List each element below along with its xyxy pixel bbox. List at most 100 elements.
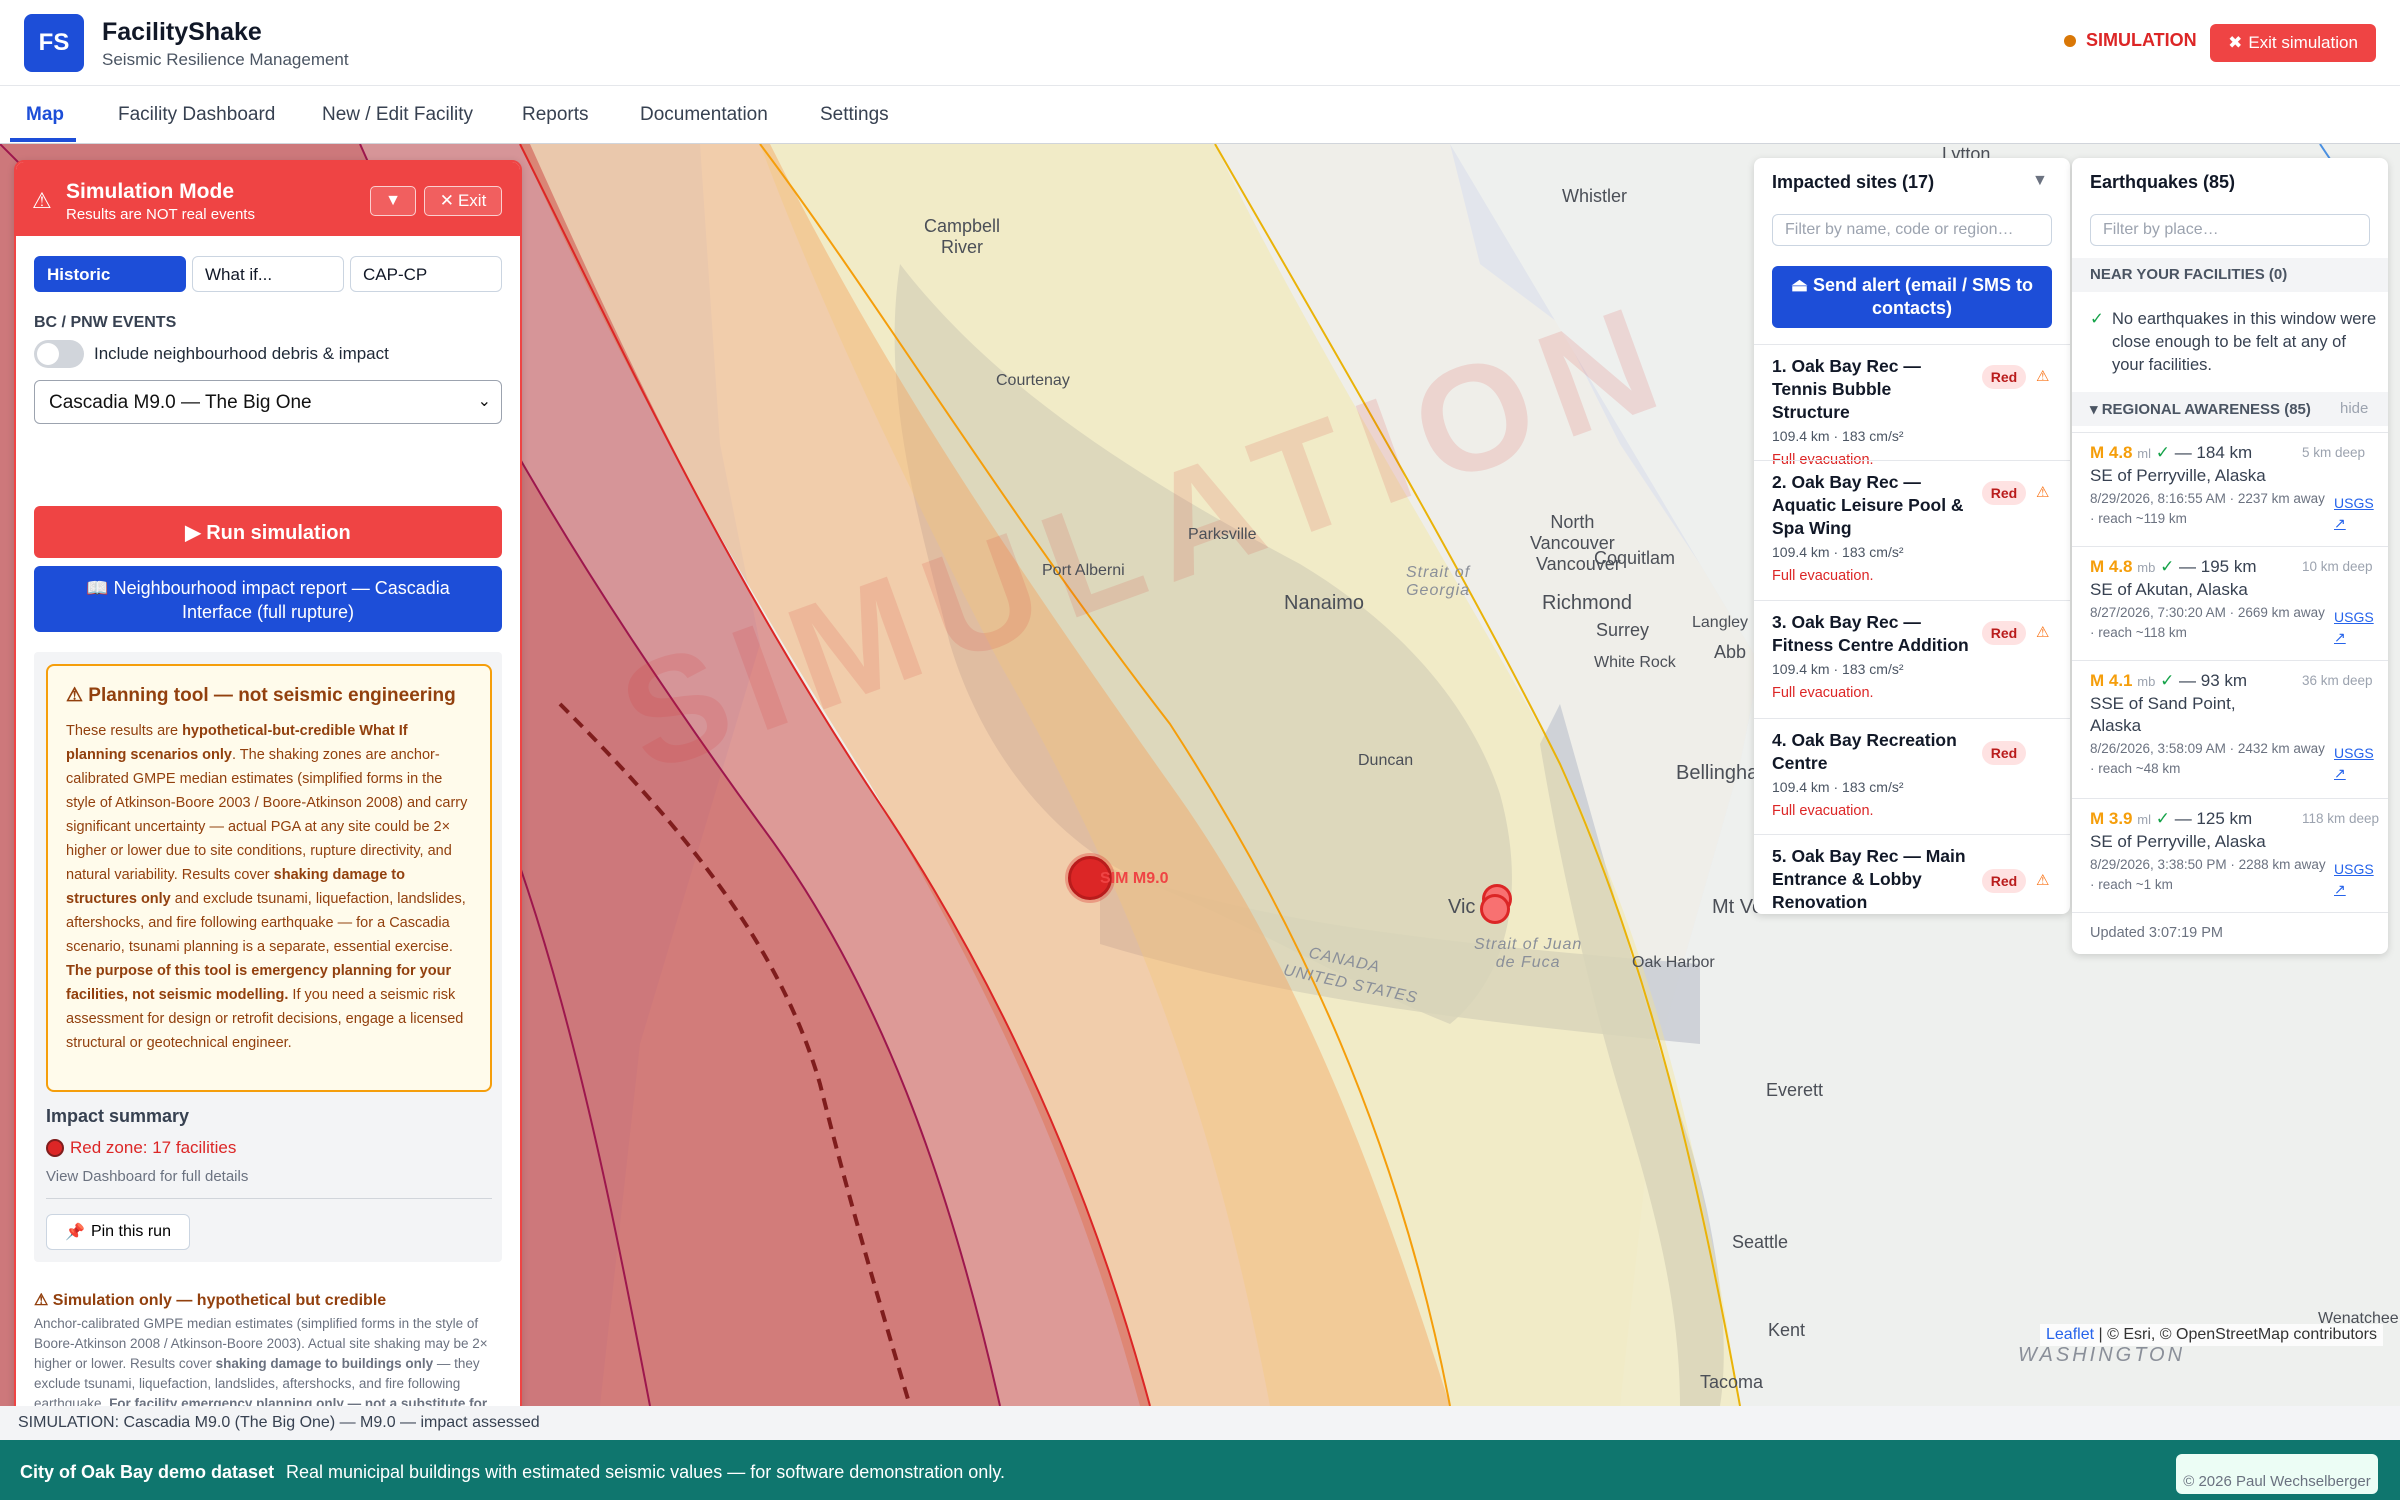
impacted-sites-filter[interactable]: Filter by name, code or region… [1772, 214, 2052, 246]
tab-settings[interactable]: Settings [820, 104, 889, 126]
site-meta: 109.4 km · 183 cm/s² [1772, 544, 1904, 560]
warning-icon: ⚠ [32, 188, 52, 213]
hide-regional-button[interactable]: hide [2340, 400, 2368, 417]
tab-documentation[interactable]: Documentation [640, 104, 768, 126]
site-list-item[interactable]: 4. Oak Bay Recreation Centre 109.4 km · … [1754, 718, 2070, 834]
collapse-icon[interactable]: ▼ [2032, 172, 2048, 190]
earthquake-meta: 8/27/2026, 7:30:20 AM · 2669 km away · r… [2090, 605, 2325, 640]
tab-new-edit-facility[interactable]: New / Edit Facility [322, 104, 473, 126]
map-label-nanaimo: Nanaimo [1284, 592, 1365, 614]
tab-facility-dashboard[interactable]: Facility Dashboard [118, 104, 275, 126]
status-badge: Red [1982, 869, 2026, 893]
simulation-footer-body: Anchor-calibrated GMPE median estimates … [34, 1316, 488, 1411]
neighbourhood-debris-toggle[interactable] [34, 340, 84, 368]
warning-icon: ⚠ [2036, 368, 2050, 385]
scenario-select[interactable]: Cascadia M9.0 — The Big One ⌄ [34, 380, 502, 424]
usgs-link[interactable]: USGS ↗ [2334, 743, 2388, 783]
site-meta: 109.4 km · 183 cm/s² [1772, 779, 1904, 795]
earthquake-depth: 36 km deep [2302, 673, 2373, 688]
exit-simulation-label: Exit simulation [2248, 33, 2358, 52]
earthquake-item[interactable]: M 3.9 ml ✓ — 125 km 118 km deep SE of Pe… [2072, 798, 2388, 912]
usgs-link[interactable]: USGS ↗ [2334, 607, 2388, 647]
impact-summary-title: Impact summary [46, 1106, 190, 1126]
pin-run-label: Pin this run [90, 1223, 171, 1240]
toggle-knob [37, 343, 59, 365]
status-badge: Red [1982, 365, 2026, 389]
site-evacuation: Full evacuation. [1772, 568, 1874, 584]
pin-run-button[interactable]: 📌 Pin this run [46, 1214, 190, 1250]
site-list-item[interactable]: 5. Oak Bay Rec — Main Entrance & Lobby R… [1754, 834, 2070, 914]
collapse-panel-button[interactable]: ▼ [370, 186, 416, 216]
map-label-port-alberni: Port Alberni [1042, 562, 1125, 579]
facility-marker[interactable] [1480, 894, 1510, 924]
toggle-label: Include neighbourhood debris & impact [94, 344, 389, 363]
red-dot-icon [46, 1139, 64, 1157]
status-dot-icon [2064, 34, 2076, 47]
simulation-footer-title: ⚠ Simulation only — hypothetical but cre… [34, 1292, 387, 1309]
dashboard-link[interactable]: View Dashboard for full details [46, 1168, 248, 1185]
mode-tab-historic[interactable]: Historic [34, 256, 186, 292]
pin-icon: 📌 [65, 1224, 85, 1241]
site-meta: 109.4 km · 183 cm/s² [1772, 661, 1904, 677]
mode-tab-what-if[interactable]: What if... [192, 256, 344, 292]
copyright: © 2026 Paul Wechselberger [2176, 1454, 2378, 1494]
events-heading: BC / PNW EVENTS [34, 314, 177, 331]
earthquake-meta: 8/29/2026, 8:16:55 AM · 2237 km away · r… [2090, 491, 2325, 526]
map-label-everett: Everett [1766, 1080, 1824, 1100]
leaflet-link[interactable]: Leaflet [2046, 1326, 2094, 1343]
earthquake-depth: 118 km deep [2302, 811, 2380, 826]
checkmark-icon: ✓ [2090, 310, 2104, 328]
earthquake-depth: 10 km deep [2302, 559, 2373, 574]
simulation-panel-title: Simulation Mode [66, 180, 234, 203]
book-icon: 📖 [86, 578, 114, 598]
scenario-selected-value: Cascadia M9.0 — The Big One [49, 392, 312, 413]
mode-tab-cap-cp[interactable]: CAP-CP [350, 256, 502, 292]
send-alert-button[interactable]: ⏏ Send alert (email / SMS to contacts) [1772, 266, 2052, 328]
app-logo: FS [24, 14, 84, 72]
near-facilities-text: No earthquakes in this window were close… [2112, 310, 2377, 374]
tab-reports[interactable]: Reports [522, 104, 589, 126]
exit-label: Exit [457, 191, 487, 210]
send-alert-label: Send alert (email / SMS to contacts) [1812, 275, 2034, 318]
site-name: 3. Oak Bay Rec — Fitness Centre Addition [1772, 612, 1969, 655]
main-nav: Map Facility Dashboard New / Edit Facili… [0, 86, 2400, 144]
earthquake-item[interactable]: M 4.8 mb ✓ — 195 km 10 km deep SE of Aku… [2072, 546, 2388, 660]
map-label-washington: WASHINGTON [2018, 1344, 2186, 1366]
red-zone-label: Red zone: 17 facilities [70, 1138, 237, 1157]
active-tab-indicator [10, 138, 76, 142]
app-title: FacilityShake [102, 18, 262, 46]
site-list-item[interactable]: 1. Oak Bay Rec — Tennis Bubble Structure… [1754, 344, 2070, 468]
status-bar: SIMULATION: Cascadia M9.0 (The Big One) … [0, 1406, 2400, 1440]
run-simulation-button[interactable]: ▶ Run simulation [34, 506, 502, 558]
site-list-item[interactable]: 2. Oak Bay Rec — Aquatic Leisure Pool & … [1754, 460, 2070, 600]
attribution-text: | © Esri, © OpenStreetMap contributors [2098, 1326, 2378, 1343]
earthquake-depth: 5 km deep [2302, 445, 2366, 460]
exit-panel-button[interactable]: ✕ Exit [424, 186, 502, 216]
impacted-sites-title: Impacted sites (17) [1772, 172, 1935, 192]
map-label-campbell-river: Campbell River [924, 216, 1001, 257]
map-label-strait-of-georgia: Strait of Georgia [1406, 564, 1471, 599]
earthquake-meta: 8/29/2026, 3:38:50 PM · 2288 km away · r… [2090, 857, 2326, 892]
usgs-link[interactable]: USGS ↗ [2334, 493, 2388, 533]
usgs-link[interactable]: USGS ↗ [2334, 859, 2388, 899]
tab-map[interactable]: Map [26, 104, 64, 126]
simulation-panel-header: ⚠ Simulation Mode Results are NOT real e… [16, 162, 520, 236]
simulation-indicator-label: SIMULATION [2086, 30, 2197, 50]
site-meta: 109.4 km · 183 cm/s² [1772, 428, 1904, 444]
footer: City of Oak Bay demo dataset Real munici… [0, 1440, 2400, 1500]
earthquakes-filter[interactable]: Filter by place… [2090, 214, 2370, 246]
close-icon: ✕ [439, 191, 454, 210]
map-label-surrey: Surrey [1596, 620, 1650, 640]
site-list-item[interactable]: 3. Oak Bay Rec — Fitness Centre Addition… [1754, 600, 2070, 718]
exit-simulation-button[interactable]: ✖ Exit simulation [2210, 24, 2376, 62]
map-label-white-rock: White Rock [1594, 654, 1676, 671]
warning-icon: ⚠ [2036, 624, 2050, 641]
earthquake-item[interactable]: M 4.1 mb ✓ — 93 km 36 km deep SSE of San… [2072, 660, 2388, 798]
map-label-strait-of-juan-de-fuca: Strait of Juan de Fuca [1474, 936, 1583, 971]
near-facilities-heading: NEAR YOUR FACILITIES (0) [2072, 258, 2388, 292]
earthquake-item[interactable]: M 4.8 ml ✓ — 184 km 5 km deep SE of Perr… [2072, 432, 2388, 546]
site-evacuation: Full evacuation. [1772, 803, 1874, 819]
neighbourhood-report-button[interactable]: 📖 Neighbourhood impact report — Cascadia… [34, 566, 502, 632]
chevron-down-icon: ▼ [385, 192, 401, 209]
site-name: 4. Oak Bay Recreation Centre [1772, 730, 1957, 773]
